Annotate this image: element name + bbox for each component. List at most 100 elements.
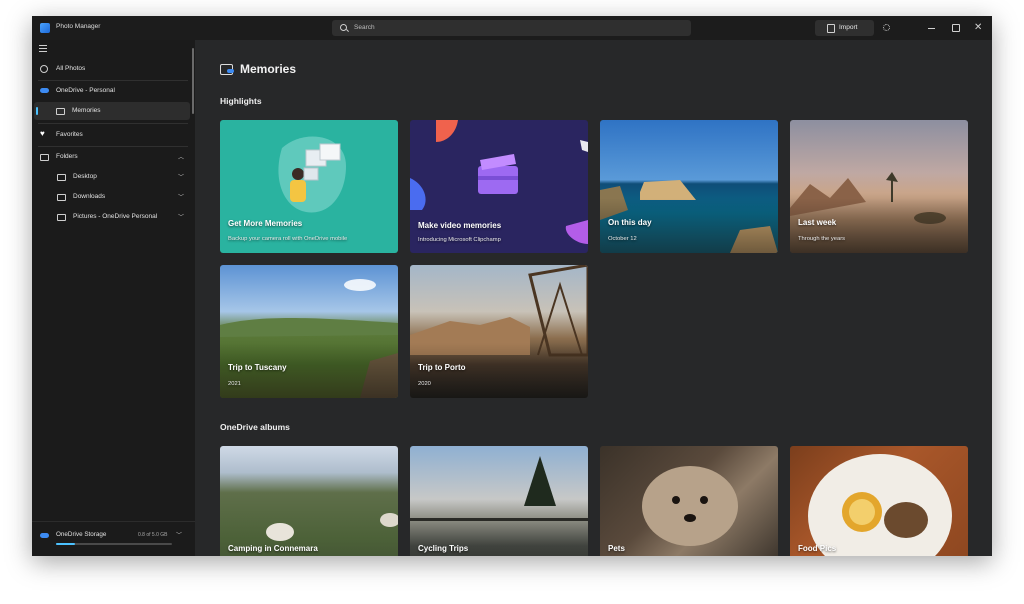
import-icon — [827, 24, 835, 33]
sidebar-item-label: Desktop — [73, 173, 97, 180]
album-card-cycling-trips[interactable]: Cycling Trips — [410, 446, 588, 556]
highlight-card-last-week[interactable]: Last week Through the years — [790, 120, 968, 253]
storage-progress-bar — [56, 543, 172, 545]
cloud-icon — [40, 533, 49, 538]
sidebar-item-label: Pictures - OneDrive Personal — [73, 213, 158, 220]
cloud-icon — [40, 88, 49, 93]
sidebar-item-memories[interactable]: Memories — [34, 102, 190, 120]
search-icon — [340, 24, 347, 31]
card-title: Trip to Tuscany — [228, 363, 287, 372]
chevron-down-icon: ﹀ — [177, 175, 184, 181]
cycling-photo — [410, 456, 588, 521]
card-subtitle: Backup your camera roll with OneDrive mo… — [228, 236, 348, 242]
card-subtitle: Through the years — [798, 236, 846, 242]
sidebar-item-downloads[interactable]: Downloads ﹀ — [32, 188, 192, 206]
onedrive-storage[interactable]: OneDrive Storage 0.8 of 5.0 GB ﹀ — [32, 521, 195, 556]
card-title: Last week — [798, 218, 837, 227]
chevron-up-icon: ︿ — [177, 155, 184, 161]
card-subtitle: 2021 — [228, 381, 241, 387]
sidebar-item-label: Favorites — [56, 131, 83, 138]
sidebar-item-favorites[interactable]: ♥ Favorites — [32, 126, 192, 144]
close-icon: ✕ — [974, 22, 983, 33]
card-title: On this day — [608, 218, 652, 227]
chevron-down-icon: ﹀ — [177, 195, 184, 201]
photos-icon — [40, 65, 48, 73]
import-label: Import — [839, 24, 858, 31]
album-card-pets[interactable]: Pets — [600, 446, 778, 556]
highlight-card-video-memories[interactable]: Make video memories Introducing Microsof… — [410, 120, 588, 253]
app-logo-icon — [40, 23, 50, 33]
gear-icon — [883, 24, 890, 31]
maximize-button[interactable] — [949, 21, 963, 35]
settings-button[interactable] — [881, 22, 893, 34]
card-subtitle: October 12 — [608, 236, 637, 242]
folder-icon — [57, 194, 66, 201]
maximize-icon — [952, 24, 960, 32]
sidebar-item-folders[interactable]: Folders ︿ — [32, 148, 192, 166]
clipchamp-illustration-icon — [410, 120, 588, 244]
sidebar: All Photos OneDrive - Personal Memories … — [32, 40, 195, 556]
app-title: Photo Manager — [56, 23, 101, 30]
storage-label: OneDrive Storage — [56, 531, 107, 538]
highlight-card-get-more-memories[interactable]: Get More Memories Backup your camera rol… — [220, 120, 398, 253]
sidebar-item-all-photos[interactable]: All Photos — [32, 60, 192, 78]
sidebar-item-onedrive[interactable]: OneDrive - Personal — [32, 82, 192, 100]
card-title: Cycling Trips — [418, 544, 469, 553]
card-title: Make video memories — [418, 221, 502, 230]
onedrive-albums-heading: OneDrive albums — [220, 422, 290, 432]
close-button[interactable]: ✕ — [973, 21, 987, 35]
chevron-down-icon: ﹀ — [177, 215, 184, 221]
app-window: Photo Manager Search Import ✕ All Photos… — [32, 16, 992, 556]
page-title: Memories — [240, 62, 297, 76]
highlight-card-tuscany[interactable]: Trip to Tuscany 2021 — [220, 265, 398, 398]
card-title: Pets — [608, 544, 625, 553]
sidebar-item-label: Downloads — [73, 193, 106, 200]
selection-indicator — [36, 107, 38, 115]
highlights-heading: Highlights — [220, 96, 262, 106]
card-subtitle: Introducing Microsoft Clipchamp — [418, 237, 501, 243]
hamburger-icon — [39, 45, 47, 46]
storage-progress-fill — [56, 543, 75, 545]
card-subtitle: 2020 — [418, 381, 431, 387]
highlight-card-on-this-day[interactable]: On this day October 12 — [600, 120, 778, 253]
hamburger-icon-line — [39, 51, 47, 52]
heart-icon: ♥ — [40, 129, 45, 138]
hamburger-icon-line — [39, 48, 47, 49]
sidebar-item-label: OneDrive - Personal — [56, 87, 115, 94]
main-content: Memories Highlights Get More Memories Ba… — [195, 40, 992, 556]
memories-icon — [220, 64, 234, 75]
title-bar: Photo Manager Search Import ✕ — [32, 16, 992, 40]
chevron-down-icon: ﹀ — [176, 533, 183, 539]
sidebar-item-label: Folders — [56, 153, 78, 160]
sidebar-resize-handle[interactable] — [192, 48, 194, 114]
import-button[interactable]: Import — [815, 20, 874, 36]
folder-icon — [57, 174, 66, 181]
search-placeholder: Search — [354, 24, 375, 31]
memories-icon — [56, 108, 65, 115]
storage-amount: 0.8 of 5.0 GB — [138, 532, 168, 538]
card-title: Food Pics — [798, 544, 837, 553]
sidebar-item-pictures[interactable]: Pictures - OneDrive Personal ﹀ — [32, 208, 192, 226]
highlight-card-porto[interactable]: Trip to Porto 2020 — [410, 265, 588, 398]
divider — [38, 146, 188, 147]
sidebar-item-label: Memories — [72, 107, 101, 114]
illustration-icon — [278, 136, 346, 213]
card-title: Get More Memories — [228, 219, 303, 228]
connemara-photo — [266, 513, 398, 541]
card-title: Trip to Porto — [418, 363, 466, 372]
minimize-icon — [928, 28, 935, 29]
folder-icon — [40, 154, 49, 161]
divider — [38, 123, 188, 124]
album-card-food-pics[interactable]: Food Pics — [790, 446, 968, 556]
food-photo — [808, 454, 952, 556]
divider — [38, 80, 188, 81]
minimize-button[interactable] — [925, 21, 939, 35]
sidebar-item-desktop[interactable]: Desktop ﹀ — [32, 168, 192, 186]
folder-icon — [57, 214, 66, 221]
menu-toggle[interactable] — [39, 45, 47, 53]
card-title: Camping in Connemara — [228, 544, 318, 553]
pets-photo — [642, 466, 738, 546]
sidebar-item-label: All Photos — [56, 65, 86, 72]
search-box[interactable]: Search — [332, 20, 691, 36]
album-card-connemara[interactable]: Camping in Connemara — [220, 446, 398, 556]
